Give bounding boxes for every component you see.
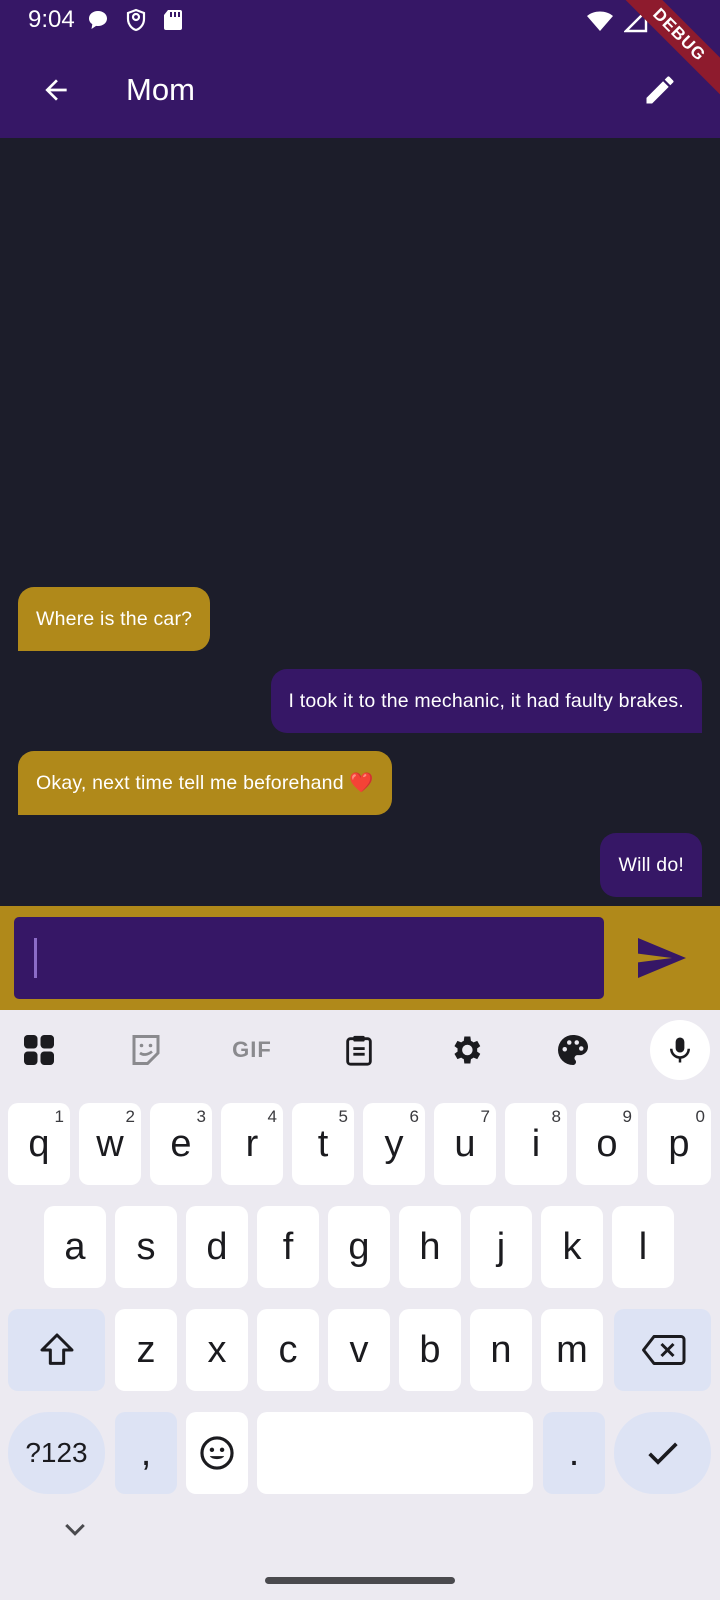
shift-key[interactable] — [8, 1309, 105, 1391]
shift-icon — [40, 1333, 73, 1365]
chat-notification-icon — [89, 11, 107, 29]
key-j[interactable]: j — [470, 1206, 532, 1288]
enter-key[interactable] — [614, 1412, 711, 1494]
key-hint: 0 — [695, 1107, 705, 1126]
app-bar: 9:04 DEBUG Mom — [0, 0, 720, 138]
key-m[interactable]: m — [541, 1309, 603, 1391]
key-e[interactable]: e3 — [150, 1103, 212, 1185]
gear-icon — [454, 1036, 481, 1064]
gif-button[interactable]: GIF — [222, 1020, 282, 1080]
key-o[interactable]: o9 — [576, 1103, 638, 1185]
key-y[interactable]: y6 — [363, 1103, 425, 1185]
status-notification-icons — [86, 8, 184, 32]
key-h[interactable]: h — [399, 1206, 461, 1288]
key-n[interactable]: n — [470, 1309, 532, 1391]
edit-button[interactable] — [636, 66, 684, 114]
symbols-key[interactable]: ?123 — [8, 1412, 105, 1494]
message-bubble-incoming: Where is the car? — [18, 587, 211, 651]
soft-keyboard: GIF q1 w2 e3 r4 t5 y6 u7 i8 o9 p0 a s d … — [0, 1010, 720, 1600]
key-r[interactable]: r4 — [221, 1103, 283, 1185]
pencil-icon — [646, 76, 674, 104]
text-cursor — [34, 938, 37, 978]
key-d[interactable]: d — [186, 1206, 248, 1288]
wifi-icon — [587, 11, 613, 31]
keyboard-toolbar: GIF — [0, 1010, 720, 1090]
key-label: o — [596, 1122, 618, 1165]
page-title: Mom — [126, 72, 195, 107]
key-label: r — [245, 1122, 259, 1165]
comma-key[interactable]: , — [115, 1412, 177, 1494]
composer-bar — [0, 906, 720, 1010]
key-hint: 2 — [125, 1107, 135, 1126]
emoji-key[interactable] — [186, 1412, 248, 1494]
apps-button[interactable] — [9, 1020, 69, 1080]
key-w[interactable]: w2 — [79, 1103, 141, 1185]
sd-card-icon — [164, 10, 182, 30]
message-bubble-outgoing: Will do! — [600, 833, 702, 897]
check-icon — [647, 1442, 678, 1465]
key-hint: 3 — [196, 1107, 206, 1126]
theme-button[interactable] — [543, 1020, 603, 1080]
key-f[interactable]: f — [257, 1206, 319, 1288]
key-label: p — [668, 1122, 690, 1165]
key-label: e — [170, 1122, 192, 1165]
send-button[interactable] — [634, 934, 690, 982]
clipboard-icon — [346, 1035, 372, 1066]
key-t[interactable]: t5 — [292, 1103, 354, 1185]
chevron-down-icon[interactable] — [60, 1518, 90, 1542]
key-label: w — [96, 1122, 124, 1165]
key-label: y — [384, 1122, 404, 1165]
palette-icon — [558, 1035, 589, 1065]
key-hint: 9 — [622, 1107, 632, 1126]
key-c[interactable]: c — [257, 1309, 319, 1391]
key-q[interactable]: q1 — [8, 1103, 70, 1185]
backspace-key[interactable] — [614, 1309, 711, 1391]
backspace-icon — [641, 1335, 685, 1365]
voice-input-button[interactable] — [650, 1020, 710, 1080]
key-x[interactable]: x — [186, 1309, 248, 1391]
gif-label: GIF — [232, 1037, 272, 1062]
message-bubble-outgoing: I took it to the mechanic, it had faulty… — [270, 669, 702, 733]
key-l[interactable]: l — [612, 1206, 674, 1288]
key-hint: 7 — [480, 1107, 490, 1126]
back-button[interactable] — [32, 66, 80, 114]
status-time: 9:04 — [28, 6, 75, 33]
key-b[interactable]: b — [399, 1309, 461, 1391]
key-z[interactable]: z — [115, 1309, 177, 1391]
arrow-back-icon — [45, 79, 67, 101]
key-hint: 5 — [338, 1107, 348, 1126]
sticker-icon — [132, 1035, 160, 1065]
space-key[interactable] — [257, 1412, 533, 1494]
key-hint: 8 — [551, 1107, 561, 1126]
clipboard-button[interactable] — [329, 1020, 389, 1080]
key-s[interactable]: s — [115, 1206, 177, 1288]
message-bubble-incoming: Okay, next time tell me beforehand ❤️ — [18, 751, 392, 815]
key-label: t — [317, 1122, 329, 1165]
key-k[interactable]: k — [541, 1206, 603, 1288]
emoji-icon — [200, 1436, 234, 1470]
message-input[interactable] — [14, 917, 604, 999]
key-v[interactable]: v — [328, 1309, 390, 1391]
apps-grid-icon — [24, 1035, 54, 1065]
key-label: i — [531, 1122, 541, 1165]
message-list[interactable]: Where is the car? I took it to the mecha… — [0, 138, 720, 906]
key-i[interactable]: i8 — [505, 1103, 567, 1185]
key-label: q — [28, 1122, 50, 1165]
shield-icon — [126, 8, 146, 32]
key-u[interactable]: u7 — [434, 1103, 496, 1185]
home-indicator[interactable] — [265, 1577, 455, 1584]
period-key[interactable]: . — [543, 1412, 605, 1494]
key-label: u — [454, 1122, 476, 1165]
key-p[interactable]: p0 — [647, 1103, 711, 1185]
microphone-icon — [670, 1037, 690, 1063]
sticker-button[interactable] — [116, 1020, 176, 1080]
key-hint: 1 — [54, 1107, 64, 1126]
send-icon — [638, 938, 686, 978]
key-hint: 6 — [409, 1107, 419, 1126]
key-g[interactable]: g — [328, 1206, 390, 1288]
settings-button[interactable] — [436, 1020, 496, 1080]
key-hint: 4 — [267, 1107, 277, 1126]
key-a[interactable]: a — [44, 1206, 106, 1288]
